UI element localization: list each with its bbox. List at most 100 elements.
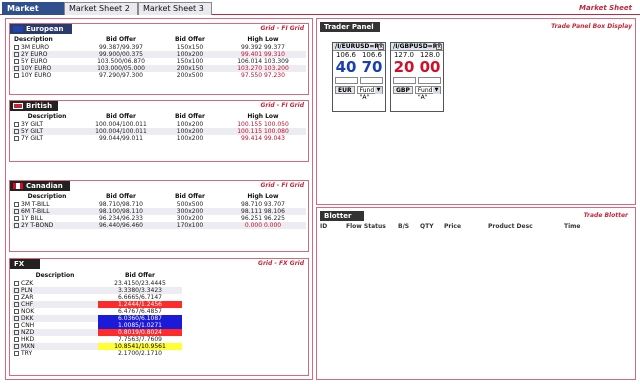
row-checkbox[interactable] [14, 309, 19, 314]
col-bs[interactable]: B/S [398, 223, 420, 230]
close-icon[interactable]: × [378, 44, 384, 50]
table-row[interactable]: 2Y T-BOND 96.440/96.460 170x100 0.000 0.000 [12, 222, 306, 229]
table-row[interactable]: 6M T-BILL 98.100/98.110 300x200 98.111 98.1… [12, 208, 306, 215]
row-checkbox[interactable] [14, 209, 19, 214]
table-row[interactable]: 3Y GILT 100.004/100.011 100x200 100.155 100… [12, 121, 306, 128]
table-row[interactable]: 7Y GILT 99.044/99.011 100x200 99.414 99.043 [12, 135, 306, 142]
tab-bar: Market Sheet Market Sheet 2 Market Sheet… [0, 0, 640, 25]
row-bid-offer-size: 150x150 [160, 44, 220, 51]
ticket-pair-label: /I/EURUSD=RR [335, 43, 384, 50]
british-title-text: British [26, 102, 53, 110]
row-description-text: HKD [21, 336, 35, 343]
table-row[interactable]: MXN 10.8541/10.9561 [12, 343, 182, 350]
table-row[interactable]: 3M EURO 99.387/99.397 150x150 99.392 99.377 [12, 44, 306, 51]
buy-price-button[interactable]: 70 [362, 59, 383, 75]
price-input[interactable] [418, 77, 441, 84]
row-checkbox[interactable] [14, 281, 19, 286]
row-checkbox[interactable] [14, 136, 19, 141]
table-row[interactable]: CHF 1.2444/1.2456 [12, 301, 182, 308]
col-bid-offer: Bid Offer [105, 113, 136, 120]
account-select[interactable]: Fund "A" ▼ [356, 86, 383, 101]
blotter-title-text: Blotter [324, 212, 352, 220]
row-checkbox[interactable] [14, 288, 19, 293]
row-checkbox[interactable] [14, 330, 19, 335]
row-description: 2Y T-BOND [12, 222, 82, 229]
row-high-low: 0.000 0.000 [220, 222, 306, 229]
row-description: 1Y BILL [12, 215, 82, 222]
british-title: British [10, 101, 58, 111]
account-select[interactable]: Fund "A" ▼ [414, 86, 441, 101]
row-description-text: 6M T-BILL [21, 208, 50, 215]
table-row[interactable]: 5Y GILT 100.004/100.011 100x200 100.115 100… [12, 128, 306, 135]
row-description-text: NOK [21, 308, 35, 315]
sell-price-button[interactable]: 20 [394, 59, 415, 75]
trader-panel: Trader Panel Trade Panel Box Display /I/… [320, 22, 632, 202]
row-checkbox[interactable] [14, 337, 19, 342]
col-high-low: High Low [247, 193, 279, 200]
table-row[interactable]: TRY 2.1700/2.1710 [12, 350, 182, 357]
row-description-text: DKK [21, 315, 34, 322]
table-row[interactable]: CZK 23.4150/23.4445 [12, 280, 182, 287]
row-description: 3M EURO [12, 44, 82, 51]
table-row[interactable]: HKD 7.7563/7.7609 [12, 336, 182, 343]
fx-panel: FX Grid - FX Grid Description Bid Offer … [9, 258, 309, 376]
tab-market-sheet[interactable]: Market Sheet [2, 2, 64, 25]
ticket-pair-label: /I/GBPUSD=RR [393, 43, 442, 50]
row-bid-offer: 100.004/100.011 [82, 128, 160, 135]
row-description-text: ZAR [21, 294, 34, 301]
quantity-input[interactable] [393, 77, 416, 84]
row-checkbox[interactable] [14, 344, 19, 349]
row-description: CHF [12, 301, 98, 308]
row-checkbox[interactable] [14, 323, 19, 328]
table-row[interactable]: ZAR 6.6665/6.7147 [12, 294, 182, 301]
table-row[interactable]: PLN 3.3380/3.3423 [12, 287, 182, 294]
row-description-text: TRY [21, 350, 33, 357]
price-input[interactable] [360, 77, 383, 84]
row-checkbox[interactable] [14, 129, 19, 134]
col-qty[interactable]: QTY [420, 223, 444, 230]
row-checkbox[interactable] [14, 202, 19, 207]
row-checkbox[interactable] [14, 122, 19, 127]
row-checkbox[interactable] [14, 66, 19, 71]
col-product-desc[interactable]: Product Desc [488, 223, 564, 230]
table-row[interactable]: 3M T-BILL 98.710/98.710 500x500 98.710 93.7… [12, 201, 306, 208]
row-bid-offer: 6.4767/6.4857 [98, 308, 182, 315]
row-bid-offer: 98.710/98.710 [82, 201, 160, 208]
col-price[interactable]: Price [444, 223, 488, 230]
row-checkbox[interactable] [14, 45, 19, 50]
row-bid-offer: 23.4150/23.4445 [98, 280, 182, 287]
table-row[interactable]: NZD 0.8019/0.8024 [12, 329, 182, 336]
tab-market-sheet-3[interactable]: Market Sheet 3 [138, 2, 212, 15]
buy-price-button[interactable]: 00 [420, 59, 441, 75]
row-checkbox[interactable] [14, 216, 19, 221]
col-flow-status[interactable]: Flow Status [346, 223, 398, 230]
row-checkbox[interactable] [14, 351, 19, 356]
row-checkbox[interactable] [14, 316, 19, 321]
row-checkbox[interactable] [14, 73, 19, 78]
table-row[interactable]: CNH 1.0085/1.0271 [12, 322, 182, 329]
trader-title-text: Trader Panel [324, 23, 374, 31]
row-checkbox[interactable] [14, 302, 19, 307]
row-checkbox[interactable] [14, 52, 19, 57]
row-checkbox[interactable] [14, 295, 19, 300]
table-row[interactable]: DKK 6.0360/6.1087 [12, 315, 182, 322]
tab-market-sheet-2[interactable]: Market Sheet 2 [64, 2, 138, 15]
table-row[interactable]: 10Y EURO 103.000/05.000 200x150 103.270 103… [12, 65, 306, 72]
quantity-input[interactable] [335, 77, 358, 84]
row-description: 3M T-BILL [12, 201, 82, 208]
table-row[interactable]: NOK 6.4767/6.4857 [12, 308, 182, 315]
table-row[interactable]: 10Y EURO 97.290/97.300 200x500 97.550 97.23… [12, 72, 306, 79]
table-row[interactable]: 1Y BILL 96.234/96.233 300x200 96.251 96.225 [12, 215, 306, 222]
row-description: CZK [12, 280, 98, 287]
row-checkbox[interactable] [14, 223, 19, 228]
table-row[interactable]: 5Y EURO 103.500/06.870 150x100 106.014 103.… [12, 58, 306, 65]
eu-flag-icon [13, 26, 23, 32]
close-icon[interactable]: × [436, 44, 442, 50]
fx-title-text: FX [14, 260, 25, 268]
col-time[interactable]: Time [564, 223, 594, 230]
row-bid-offer: 103.500/06.870 [82, 58, 160, 65]
table-row[interactable]: 2Y EURO 99.900/00.375 100x200 99.401 99.310 [12, 51, 306, 58]
row-checkbox[interactable] [14, 59, 19, 64]
col-id[interactable]: ID [320, 223, 346, 230]
sell-price-button[interactable]: 40 [336, 59, 357, 75]
